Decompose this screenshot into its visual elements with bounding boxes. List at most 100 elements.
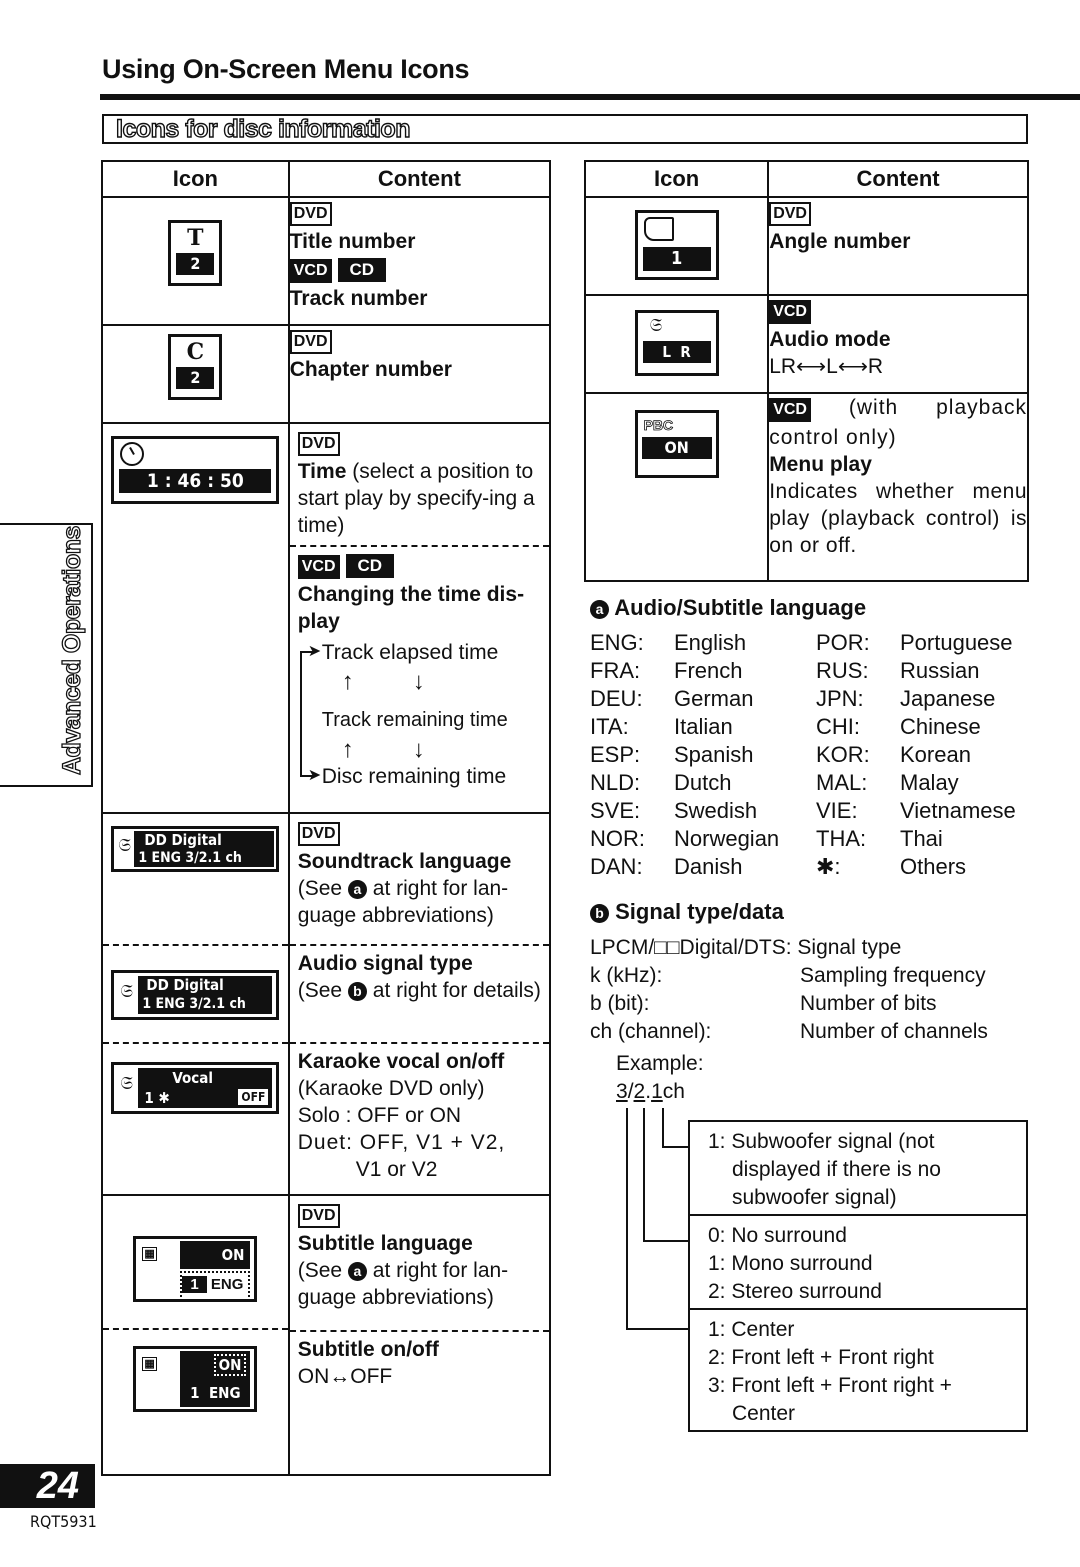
desc-line: V1 or V2: [355, 1158, 438, 1181]
language-name: Chinese: [900, 714, 981, 739]
row-title: Time: [297, 460, 347, 483]
icon-line: ON: [180, 1241, 251, 1269]
icon-line: ENG: [210, 1276, 244, 1293]
page-title: Using On-Screen Menu Icons: [102, 54, 470, 84]
language-name: Thai: [900, 826, 943, 851]
col-header-icon: Icon: [583, 160, 770, 198]
dvd-tag: DVD: [769, 202, 811, 226]
cycle-item: Disc remaining time: [321, 765, 507, 788]
language-name: Malay: [900, 770, 959, 795]
section-header: Icons for disc information: [102, 114, 1028, 144]
language-code: ENG:: [590, 630, 644, 655]
languages-heading: Audio/Subtitle language: [614, 595, 867, 620]
audio-signal-icon: 𝔖 DD Digital 1 ENG 3/2.1 ch: [111, 970, 280, 1020]
icon-line: 3/2.1 ch: [189, 996, 246, 1012]
icon-line: 1 ✱: [144, 1089, 170, 1107]
language-code: DAN:: [590, 854, 643, 879]
row-desc: Indicates whether menu play (playback co…: [769, 480, 1027, 557]
down-arrow-icon: ↓: [412, 736, 425, 763]
icon-line: Vocal: [172, 1069, 213, 1087]
row-title-2: Changing the time dis-play: [297, 583, 525, 633]
subtitle-onoff-icon: ▦ ON 1 ENG: [133, 1346, 258, 1412]
language-name: Danish: [674, 854, 743, 879]
languages-list: ENG: English POR: Portuguese FRA: French RUS: R…: [590, 629, 1030, 881]
row-title: Subtitle on/off: [297, 1338, 439, 1361]
vcd-tag: VCD: [297, 555, 340, 579]
language-name: Russian: [900, 658, 980, 683]
language-code: FRA:: [590, 658, 641, 683]
signal-section: b Signal type/data LPCM/□□Digital/DTS: S…: [590, 898, 1030, 1106]
channel-breakdown: 1: Subwoofer signal (not displayed if th…: [688, 1120, 1028, 1432]
page-number: 24: [0, 1464, 95, 1508]
table-row: T 2 DVD Title number VCD CD Track number: [101, 196, 552, 326]
language-code: ESP:: [590, 742, 641, 767]
language-name: Japanese: [900, 686, 996, 711]
time-display-cycle: ➤ ➤ Track elapsed time ↑ ↓ Track remaini…: [298, 639, 543, 799]
language-name: Korean: [900, 742, 971, 767]
language-name: Spanish: [674, 742, 754, 767]
cd-tag: CD: [345, 554, 395, 578]
speaker-icon: 𝔖: [120, 981, 133, 1001]
desc-text: (See: [297, 979, 348, 1002]
title-symbol: T: [187, 225, 204, 251]
soundtrack-language-icon: 𝔖 DD Digital 1 ENG 3/2.1 ch: [111, 826, 280, 872]
language-code: KOR:: [816, 742, 870, 767]
language-code: MAL:: [816, 770, 868, 795]
language-code: NOR:: [590, 826, 645, 851]
side-tab: Advanced Operations: [0, 523, 93, 787]
desc-text: (See: [297, 1259, 348, 1282]
example-part: 3: [616, 1080, 628, 1103]
language-name: Dutch: [674, 770, 732, 795]
marker-b-icon: b: [347, 982, 367, 1001]
language-code: DEU:: [590, 686, 643, 711]
language-name: Italian: [674, 714, 733, 739]
language-code: ✱:: [816, 854, 841, 879]
chapter-number-icon: C 2: [168, 334, 223, 400]
subtitle-language-icon: ▦ ON 1 ENG: [133, 1236, 258, 1302]
language-name: Vietnamese: [900, 798, 1016, 823]
col-header-icon: Icon: [101, 160, 290, 198]
title-rule: [100, 94, 1080, 100]
example-part: ch: [662, 1080, 685, 1103]
languages-section: a Audio/Subtitle language ENG: English POR…: [590, 595, 1030, 881]
signal-value: Number of channels: [800, 1020, 988, 1043]
col-header-content: Content: [287, 160, 552, 198]
signal-key: b (bit):: [590, 992, 650, 1015]
example-label: Example:: [616, 1052, 704, 1075]
language-code: RUS:: [816, 658, 869, 683]
cycle-item: Track elapsed time: [321, 641, 499, 664]
icon-line: ENG: [208, 1384, 241, 1402]
camera-icon: [643, 217, 674, 241]
icon-value: 1: [642, 247, 711, 271]
icon-line: DD Digital: [138, 976, 273, 995]
karaoke-vocal-icon: 𝔖 Vocal 1 ✱ OFF: [111, 1062, 280, 1114]
signal-key: ch (channel):: [590, 1020, 712, 1043]
desc-line: Duet: OFF, V1 + V2,: [297, 1131, 506, 1154]
icon-line: 1: [182, 1276, 207, 1293]
language-code: ITA:: [590, 714, 629, 739]
subtitle-symbol-icon: ▦: [142, 1247, 157, 1261]
icon-value: 2: [176, 367, 215, 389]
table-row: 1 : 46 : 50 DVD Time (select a position …: [101, 422, 552, 814]
left-icon-table: Icon Content T 2 DVD Title number VCD CD …: [101, 160, 552, 1476]
off-badge: OFF: [238, 1089, 269, 1105]
chapter-symbol: C: [186, 339, 205, 365]
breakdown-line: 0: No surround: [708, 1224, 847, 1247]
icon-value: 2: [176, 253, 215, 275]
dvd-tag: DVD: [297, 432, 340, 456]
row-title: Menu play: [769, 453, 872, 476]
table-row: 𝔖 L R VCD Audio mode LR⟷L⟷R: [583, 294, 1029, 394]
right-icon-table: Icon Content 1 DVD Angle number 𝔖 L R VC…: [583, 160, 1029, 582]
desc-text: at right for details): [366, 979, 541, 1002]
marker-a-icon: a: [347, 1262, 367, 1281]
row-title: Karaoke vocal on/off: [297, 1050, 505, 1073]
breakdown-line: 1: Subwoofer signal (not displayed if th…: [708, 1130, 941, 1209]
table-row: ▦ ON 1 ENG ▦ ON 1 ENG DVD Subtitle langu…: [101, 1194, 552, 1476]
language-name: English: [674, 630, 747, 655]
vcd-tag: VCD: [769, 300, 811, 324]
language-code: SVE:: [590, 798, 641, 823]
language-code: CHI:: [816, 714, 860, 739]
clock-icon: [120, 442, 145, 466]
language-code: THA:: [816, 826, 867, 851]
row-title: Audio signal type: [297, 952, 473, 975]
